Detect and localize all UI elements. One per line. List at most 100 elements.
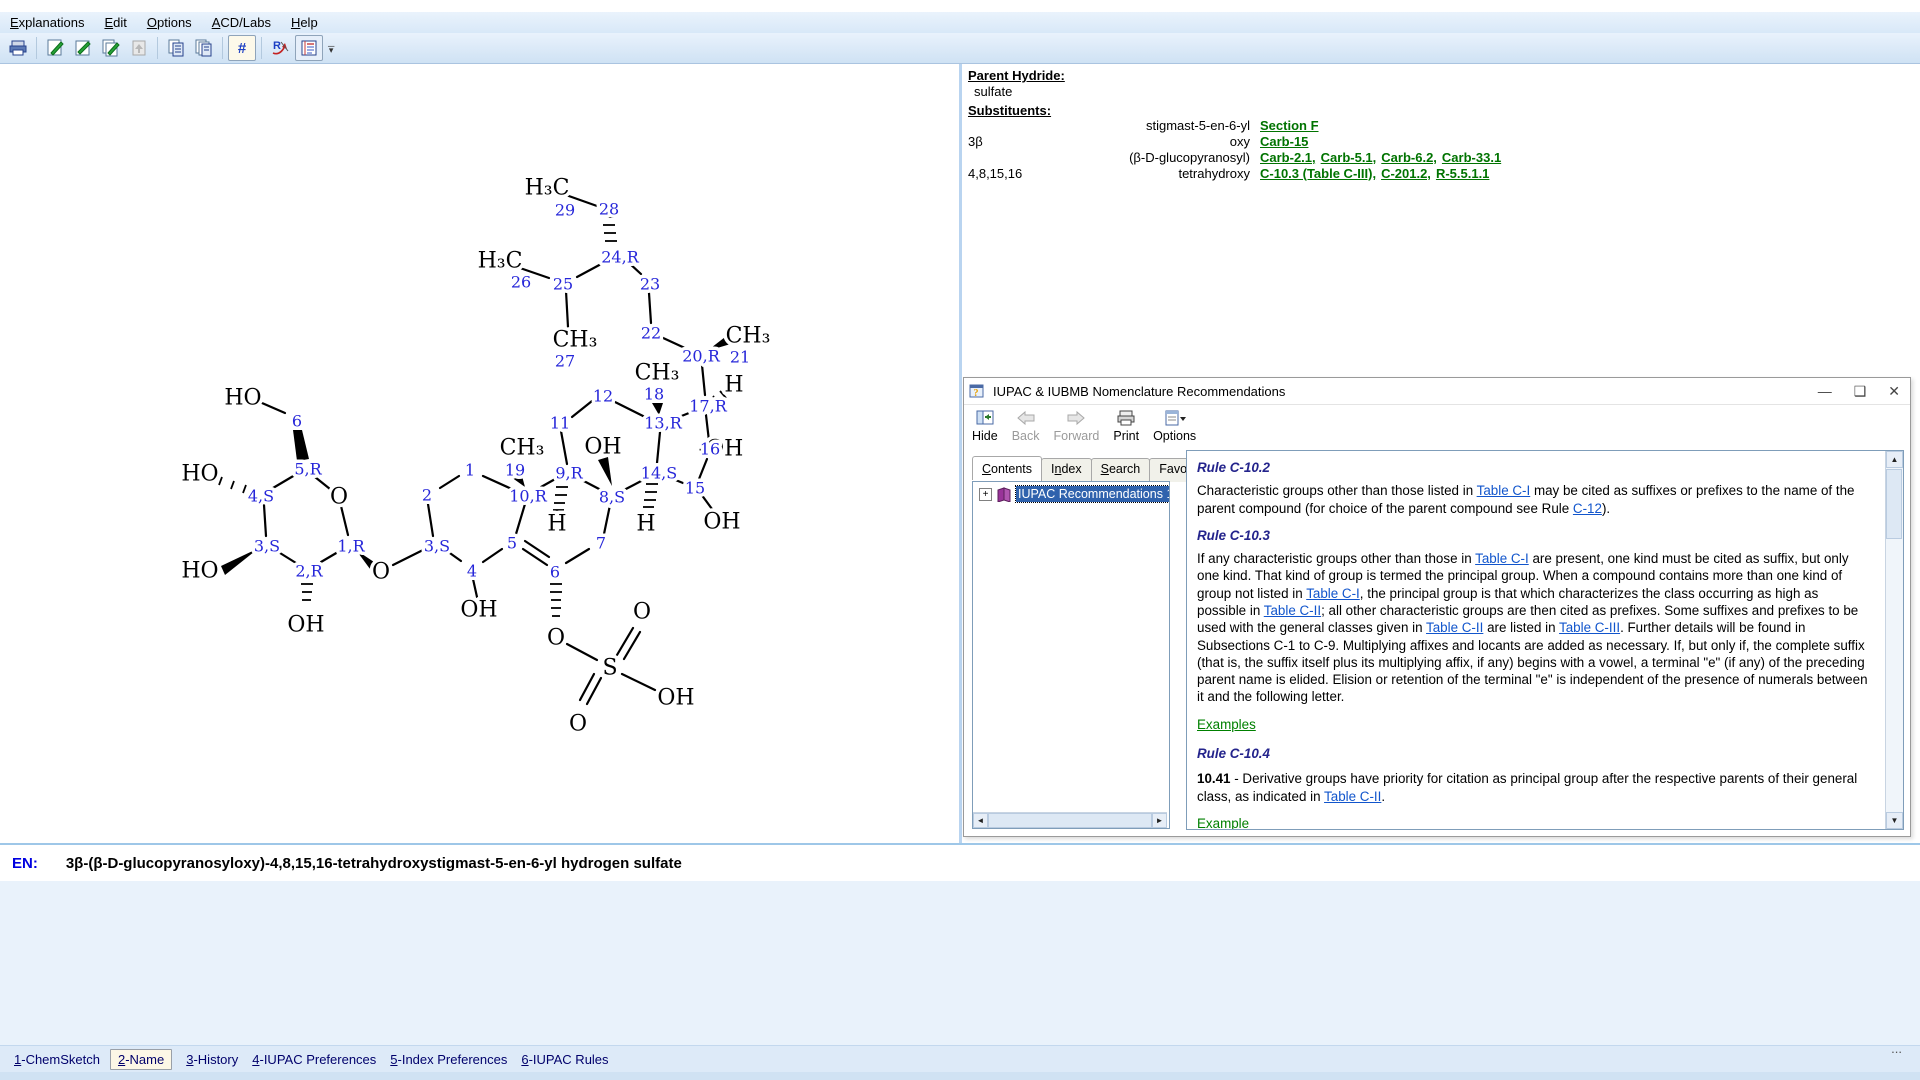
rules-text: Rule C-10.2 Characteristic groups other … xyxy=(1197,455,1869,830)
svg-text:12: 12 xyxy=(593,387,613,406)
rule-link[interactable]: Carb-2.1, xyxy=(1260,150,1316,165)
tab-contents[interactable]: Contents xyxy=(972,456,1042,480)
svg-text:6: 6 xyxy=(550,563,560,582)
tree-expand-icon[interactable]: + xyxy=(979,488,992,501)
svg-text:?: ? xyxy=(974,388,979,399)
edit-name-button[interactable] xyxy=(70,36,96,60)
tree-item-row[interactable]: + IUPAC Recommendations 197 xyxy=(979,486,1169,502)
svg-text:21: 21 xyxy=(730,348,750,367)
close-button[interactable]: ✕ xyxy=(1888,383,1900,400)
svg-text:O: O xyxy=(372,560,390,585)
svg-text:7: 7 xyxy=(596,534,606,553)
svg-text:OH: OH xyxy=(657,686,694,711)
rule-link[interactable]: C-201.2, xyxy=(1381,166,1431,181)
tab-index[interactable]: Index xyxy=(1041,458,1092,482)
help-print-button[interactable]: Print xyxy=(1113,407,1139,443)
menu-help[interactable]: Help xyxy=(281,13,328,32)
rule-link[interactable]: R-5.5.1.1 xyxy=(1436,166,1489,181)
toolbar-overflow-button[interactable]: ─▾ xyxy=(328,44,334,52)
examples-link[interactable]: Examples xyxy=(1197,716,1256,733)
tab-search[interactable]: Search xyxy=(1091,458,1151,482)
tree-horizontal-scrollbar[interactable]: ◄ ► xyxy=(973,812,1167,828)
substituent-name: oxy xyxy=(1040,134,1260,150)
svg-text:5: 5 xyxy=(507,534,517,553)
tab-chemsketch[interactable]: 1-ChemSketch xyxy=(14,1052,100,1067)
show-locants-button[interactable]: # xyxy=(228,35,256,61)
copy-structure-button[interactable] xyxy=(163,36,189,60)
svg-text:18: 18 xyxy=(644,385,664,404)
rule-link[interactable]: Carb-33.1 xyxy=(1442,150,1501,165)
svg-text:5,R: 5,R xyxy=(294,460,322,479)
edit-doc-icon xyxy=(45,38,65,58)
back-arrow-icon xyxy=(1015,409,1037,427)
options-button[interactable]: Options xyxy=(1153,407,1196,443)
book-icon xyxy=(996,487,1013,502)
scroll-down-arrow[interactable]: ▼ xyxy=(1886,812,1903,829)
structure-canvas[interactable]: H₃CH₃CCH₃CH₃CH₃CH₃OH-OHOHOHHHHHOHOHOOHOO… xyxy=(0,64,957,843)
rule-link[interactable]: C-10.3 (Table C-III), xyxy=(1260,166,1376,181)
edit-all-button[interactable] xyxy=(98,36,124,60)
svg-text:8,S: 8,S xyxy=(599,488,625,507)
help-tabs: Contents Index Search Favorites xyxy=(972,458,1220,482)
svg-text:H₃C: H₃C xyxy=(478,249,523,274)
help-titlebar[interactable]: ? IUPAC & IUBMB Nomenclature Recommendat… xyxy=(964,378,1910,405)
scrollbar-thumb[interactable] xyxy=(988,813,1152,828)
svg-text:14,S: 14,S xyxy=(641,464,677,483)
minimize-button[interactable]: — xyxy=(1818,383,1832,400)
show-rules-button[interactable] xyxy=(295,35,323,61)
svg-text:24,R: 24,R xyxy=(601,248,639,267)
tree-item-label[interactable]: IUPAC Recommendations 197 xyxy=(1016,486,1170,502)
svg-text:HO: HO xyxy=(181,462,218,487)
toolbar-separator xyxy=(261,37,262,59)
language-label: EN: xyxy=(12,855,38,872)
back-button: Back xyxy=(1012,407,1040,443)
menu-options[interactable]: Options xyxy=(137,13,202,32)
svg-text:3,S: 3,S xyxy=(254,537,280,556)
help-window: ? IUPAC & IUBMB Nomenclature Recommendat… xyxy=(963,377,1911,837)
hide-button[interactable]: Hide xyxy=(972,407,998,443)
rule-link[interactable]: Carb-6.2, xyxy=(1381,150,1437,165)
generated-name: 3β-(β-D-glucopyranosyloxy)-4,8,15,16-tet… xyxy=(66,855,682,872)
tab-iupac-preferences[interactable]: 4-IUPAC Preferences xyxy=(252,1052,376,1067)
tab-name[interactable]: 2-Name xyxy=(110,1049,172,1070)
tab-iupac-rules[interactable]: 6-IUPAC Rules xyxy=(521,1052,608,1067)
rule-link[interactable]: Carb-15 xyxy=(1260,134,1308,149)
svg-text:15: 15 xyxy=(685,479,705,498)
parent-hydride-value: sulfate xyxy=(974,84,1920,99)
copy-name-button[interactable] xyxy=(191,36,217,60)
stereo-descriptors-button[interactable]: R xyxy=(267,36,293,60)
help-window-icon: ? xyxy=(969,383,987,399)
tab-history[interactable]: 3-History xyxy=(186,1052,238,1067)
printer-icon xyxy=(1116,409,1136,427)
substituent-name: stigmast-5-en-6-yl xyxy=(1040,118,1260,134)
menu-edit[interactable]: Edit xyxy=(94,13,136,32)
scroll-left-arrow[interactable]: ◄ xyxy=(973,813,988,828)
scroll-up-arrow[interactable]: ▲ xyxy=(1886,451,1903,468)
maximize-button[interactable]: ❑ xyxy=(1854,383,1867,400)
tab-index-preferences[interactable]: 5-Index Preferences xyxy=(390,1052,507,1067)
svg-text:1,R: 1,R xyxy=(337,537,365,556)
rule-heading: Rule C-10.3 xyxy=(1197,527,1869,544)
scrollbar-thumb[interactable] xyxy=(1886,469,1902,539)
svg-text:OH: OH xyxy=(584,435,621,460)
rule-link[interactable]: Section F xyxy=(1260,118,1319,133)
printer-icon xyxy=(8,38,28,58)
menu-acdlabs[interactable]: ACD/Labs xyxy=(202,13,281,32)
svg-text:HO: HO xyxy=(181,559,218,584)
content-vertical-scrollbar[interactable]: ▲ ▼ xyxy=(1885,451,1903,829)
print-button[interactable] xyxy=(5,36,31,60)
scroll-right-arrow[interactable]: ► xyxy=(1152,813,1167,828)
menu-explanations[interactable]: Explanations xyxy=(0,13,94,32)
svg-text:CH₃: CH₃ xyxy=(553,328,598,353)
svg-text:28: 28 xyxy=(599,200,619,219)
example-link[interactable]: Example xyxy=(1197,815,1249,830)
export-button-disabled xyxy=(126,36,152,60)
substituent-row: stigmast-5-en-6-yl Section F xyxy=(968,118,1920,134)
svg-text:S: S xyxy=(602,656,617,681)
svg-text:O: O xyxy=(633,600,651,625)
edit-structure-button[interactable] xyxy=(42,36,68,60)
svg-text:OH: OH xyxy=(703,510,740,535)
rule-link[interactable]: Carb-5.1, xyxy=(1321,150,1377,165)
atom-labels: H₃CH₃CCH₃CH₃CH₃CH₃OH-OHOHOHHHHHOHOHOOHOO… xyxy=(181,176,770,737)
toolbar-separator xyxy=(222,37,223,59)
